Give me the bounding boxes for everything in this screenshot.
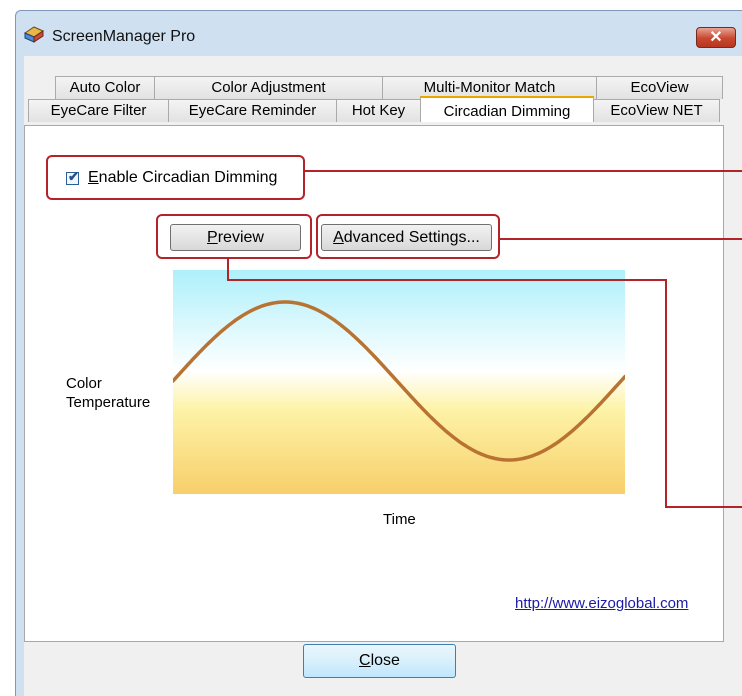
callout-line-enable bbox=[305, 170, 742, 172]
tab-circadian-dimming[interactable]: Circadian Dimming bbox=[420, 96, 594, 122]
title-bar[interactable]: ScreenManager Pro ✕ bbox=[16, 11, 742, 55]
tab-eyecare-filter[interactable]: EyeCare Filter bbox=[28, 99, 169, 122]
callout-line-preview-across bbox=[227, 279, 667, 281]
callout-line-preview-vertical bbox=[665, 279, 667, 508]
close-button[interactable]: Close bbox=[303, 644, 456, 678]
window-close-button[interactable]: ✕ bbox=[696, 27, 736, 48]
tab-ecoview[interactable]: EcoView bbox=[596, 76, 723, 99]
tab-hot-key[interactable]: Hot Key bbox=[336, 99, 421, 122]
tab-ecoview-net[interactable]: EcoView NET bbox=[593, 99, 720, 122]
y-axis-label: Color Temperature bbox=[66, 375, 151, 411]
x-axis-label: Time bbox=[383, 511, 416, 528]
window-title: ScreenManager Pro bbox=[52, 28, 196, 45]
callout-box-advanced bbox=[316, 214, 500, 259]
screenmanager-app-icon bbox=[23, 26, 45, 43]
callout-line-advanced bbox=[500, 238, 742, 240]
eizo-website-link[interactable]: http://www.eizoglobal.com bbox=[515, 595, 688, 612]
callout-line-preview-end bbox=[665, 506, 742, 508]
callout-box-enable bbox=[46, 155, 305, 200]
tab-row-back: Auto Color Color Adjustment Multi-Monito… bbox=[55, 76, 723, 99]
tab-auto-color[interactable]: Auto Color bbox=[55, 76, 155, 99]
tab-row-front: EyeCare Filter EyeCare Reminder Hot Key … bbox=[28, 96, 720, 122]
callout-box-preview bbox=[156, 214, 312, 259]
tab-eyecare-reminder[interactable]: EyeCare Reminder bbox=[168, 99, 337, 122]
tab-color-adjustment[interactable]: Color Adjustment bbox=[154, 76, 383, 99]
circadian-chart bbox=[173, 270, 625, 494]
callout-line-preview-down bbox=[227, 259, 229, 281]
